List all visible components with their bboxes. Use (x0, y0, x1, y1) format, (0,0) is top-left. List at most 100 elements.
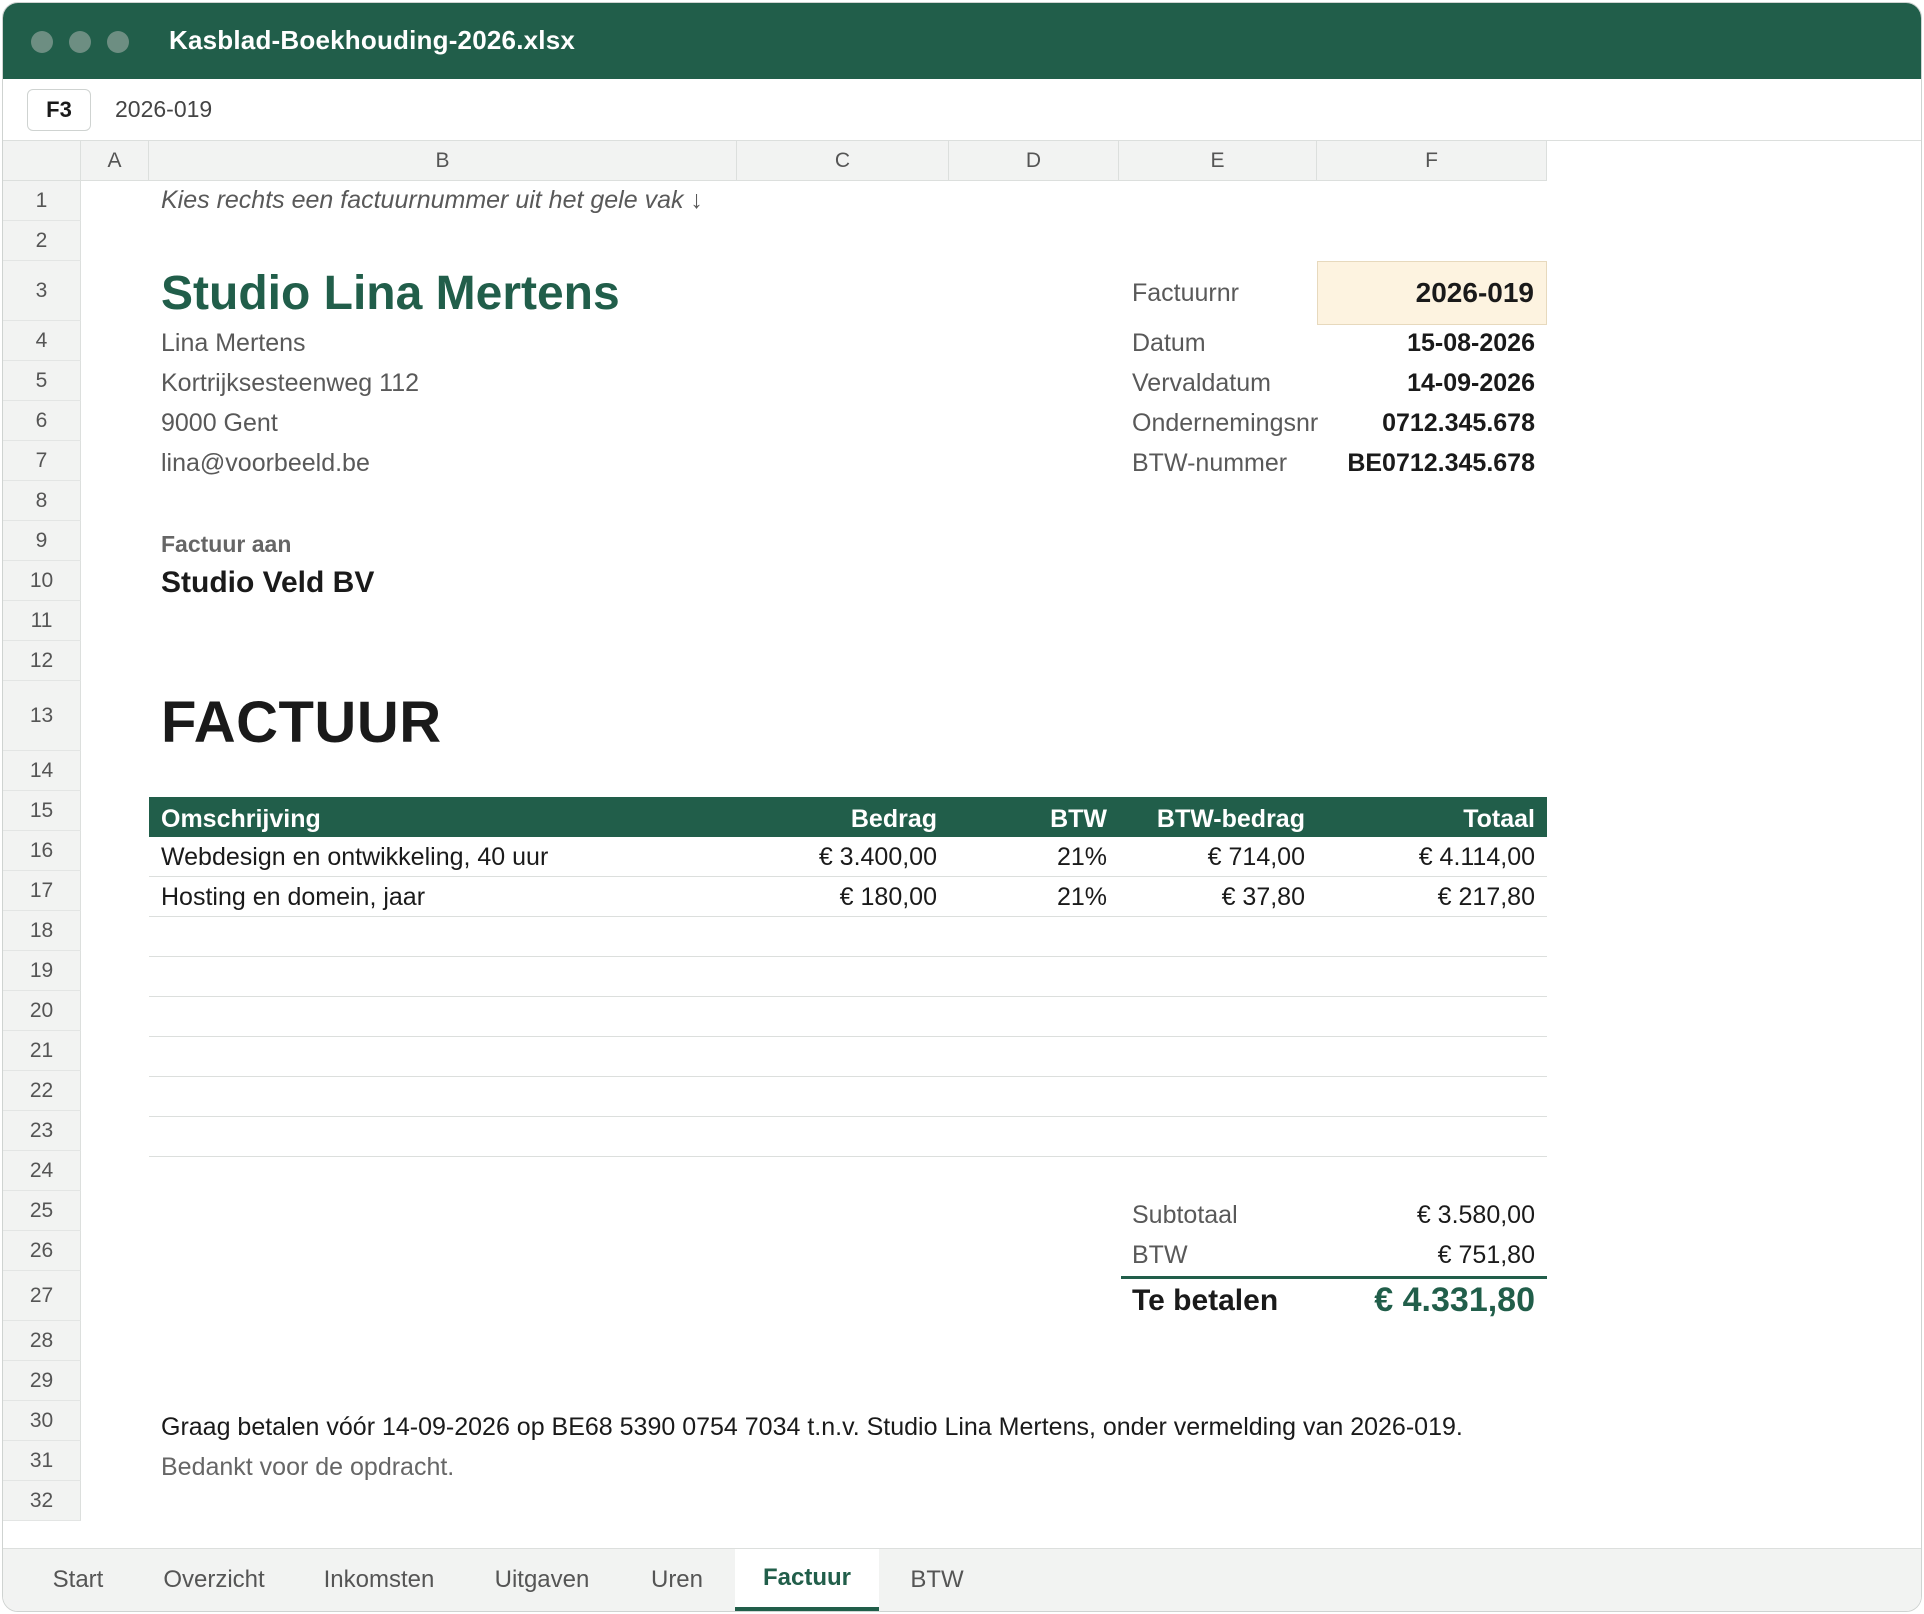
amount-due-value: € 4.331,80 (1374, 1281, 1535, 1319)
row-header[interactable]: 25 (3, 1191, 81, 1231)
row-header[interactable]: 20 (3, 991, 81, 1031)
row-header[interactable]: 30 (3, 1401, 81, 1441)
invoice-heading: FACTUUR (161, 690, 442, 755)
empty-table-row[interactable] (149, 1037, 1547, 1077)
row-header[interactable]: 12 (3, 641, 81, 681)
column-header-b[interactable]: B (149, 141, 737, 181)
row-header[interactable]: 28 (3, 1321, 81, 1361)
cell-reference-box[interactable]: F3 (27, 89, 91, 131)
amount-due-label: Te betalen (1132, 1284, 1279, 1317)
row-header[interactable]: 2 (3, 221, 81, 261)
cell-vat: 21% (1056, 883, 1107, 911)
row-header[interactable]: 27 (3, 1271, 81, 1321)
empty-table-row[interactable] (149, 1077, 1547, 1117)
subtotal-value: € 3.580,00 (1416, 1201, 1535, 1229)
title-bar: Kasblad-Boekhouding-2026.xlsx (3, 3, 1921, 79)
header-vat: BTW (1050, 805, 1107, 833)
tab-overzicht[interactable]: Overzicht (149, 1549, 279, 1611)
row-header[interactable]: 6 (3, 401, 81, 441)
column-header-c[interactable]: C (737, 141, 949, 181)
table-row[interactable]: Webdesign en ontwikkeling, 40 uur € 3.40… (149, 837, 1547, 877)
row-header[interactable]: 24 (3, 1151, 81, 1191)
tab-uitgaven[interactable]: Uitgaven (477, 1549, 607, 1611)
meta-label-invoice-number: Factuurnr (1132, 279, 1239, 307)
tab-start[interactable]: Start (29, 1549, 127, 1611)
header-description: Omschrijving (161, 805, 321, 833)
column-header-e[interactable]: E (1119, 141, 1317, 181)
zoom-window-button[interactable] (107, 31, 129, 53)
column-header-d[interactable]: D (949, 141, 1119, 181)
row-header[interactable]: 3 (3, 261, 81, 321)
row-header[interactable]: 17 (3, 871, 81, 911)
row-header[interactable]: 15 (3, 791, 81, 831)
instruction-hint: Kies rechts een factuurnummer uit het ge… (161, 186, 703, 214)
payment-instructions: Graag betalen vóór 14-09-2026 op BE68 53… (161, 1413, 1463, 1441)
sender-email: lina@voorbeeld.be (161, 449, 370, 477)
company-name: Studio Lina Mertens (161, 267, 620, 320)
sheet-grid: A B C D E F 1 2 3 4 5 6 7 8 9 10 11 12 13 14 15 16 17 18 1… (3, 141, 1921, 1548)
row-header[interactable]: 7 (3, 441, 81, 481)
formula-bar: F3 2026-019 (3, 79, 1921, 141)
header-amount: Bedrag (850, 805, 937, 833)
tab-uren[interactable]: Uren (633, 1549, 721, 1611)
row-header[interactable]: 23 (3, 1111, 81, 1151)
row-header[interactable]: 18 (3, 911, 81, 951)
meta-value-company-number[interactable]: 0712.345.678 (1317, 409, 1535, 438)
meta-label-company-number: Ondernemingsnr (1132, 409, 1319, 437)
row-header[interactable]: 11 (3, 601, 81, 641)
row-header[interactable]: 9 (3, 521, 81, 561)
row-header[interactable]: 29 (3, 1361, 81, 1401)
row-header[interactable]: 5 (3, 361, 81, 401)
select-all-corner[interactable] (3, 141, 81, 181)
thank-you-note: Bedankt voor de opdracht. (161, 1453, 455, 1481)
sender-city: 9000 Gent (161, 409, 278, 437)
sender-street: Kortrijksesteenweg 112 (161, 369, 420, 397)
column-header-a[interactable]: A (81, 141, 149, 181)
meta-label-date: Datum (1132, 329, 1206, 357)
formula-input[interactable]: 2026-019 (115, 96, 212, 123)
cell-amount: € 3.400,00 (818, 843, 937, 871)
row-header[interactable]: 22 (3, 1071, 81, 1111)
spreadsheet-window: Kasblad-Boekhouding-2026.xlsx F3 2026-01… (2, 2, 1922, 1612)
cell-total: € 4.114,00 (1418, 843, 1535, 871)
vat-total-label: BTW (1132, 1241, 1188, 1269)
row-header[interactable]: 14 (3, 751, 81, 791)
cell-amount: € 180,00 (839, 883, 937, 911)
total-divider (1121, 1276, 1547, 1279)
close-window-button[interactable] (31, 31, 53, 53)
header-vat-amount: BTW-bedrag (1156, 805, 1305, 833)
row-header[interactable]: 19 (3, 951, 81, 991)
row-header[interactable]: 32 (3, 1481, 81, 1521)
window-title: Kasblad-Boekhouding-2026.xlsx (169, 25, 576, 55)
tab-factuur[interactable]: Factuur (735, 1549, 879, 1611)
meta-value-date[interactable]: 15-08-2026 (1317, 329, 1535, 358)
header-total: Totaal (1463, 805, 1535, 833)
row-header[interactable]: 26 (3, 1231, 81, 1271)
cell-vat-amount: € 37,80 (1221, 883, 1305, 911)
row-header[interactable]: 1 (3, 181, 81, 221)
row-header[interactable]: 4 (3, 321, 81, 361)
empty-table-row[interactable] (149, 1117, 1547, 1157)
row-header[interactable]: 31 (3, 1441, 81, 1481)
empty-table-row[interactable] (149, 997, 1547, 1037)
vat-total-value: € 751,80 (1437, 1241, 1535, 1269)
row-header[interactable]: 13 (3, 681, 81, 751)
tab-inkomsten[interactable]: Inkomsten (305, 1549, 453, 1611)
invoice-number-input[interactable]: 2026-019 (1317, 261, 1547, 325)
empty-table-row[interactable] (149, 957, 1547, 997)
row-header[interactable]: 21 (3, 1031, 81, 1071)
meta-label-vat-number: BTW-nummer (1132, 449, 1288, 477)
subtotal-label: Subtotaal (1132, 1201, 1238, 1229)
bill-to-label: Factuur aan (161, 531, 292, 557)
row-header[interactable]: 8 (3, 481, 81, 521)
column-header-f[interactable]: F (1317, 141, 1547, 181)
row-header[interactable]: 10 (3, 561, 81, 601)
tab-btw[interactable]: BTW (893, 1549, 981, 1611)
sheet-tabs: Start Overzicht Inkomsten Uitgaven Uren … (3, 1548, 1921, 1611)
empty-table-row[interactable] (149, 917, 1547, 957)
meta-value-due-date[interactable]: 14-09-2026 (1317, 369, 1535, 398)
table-row[interactable]: Hosting en domein, jaar € 180,00 21% € 3… (149, 877, 1547, 917)
meta-value-vat-number[interactable]: BE0712.345.678 (1317, 449, 1535, 478)
row-header[interactable]: 16 (3, 831, 81, 871)
minimize-window-button[interactable] (69, 31, 91, 53)
